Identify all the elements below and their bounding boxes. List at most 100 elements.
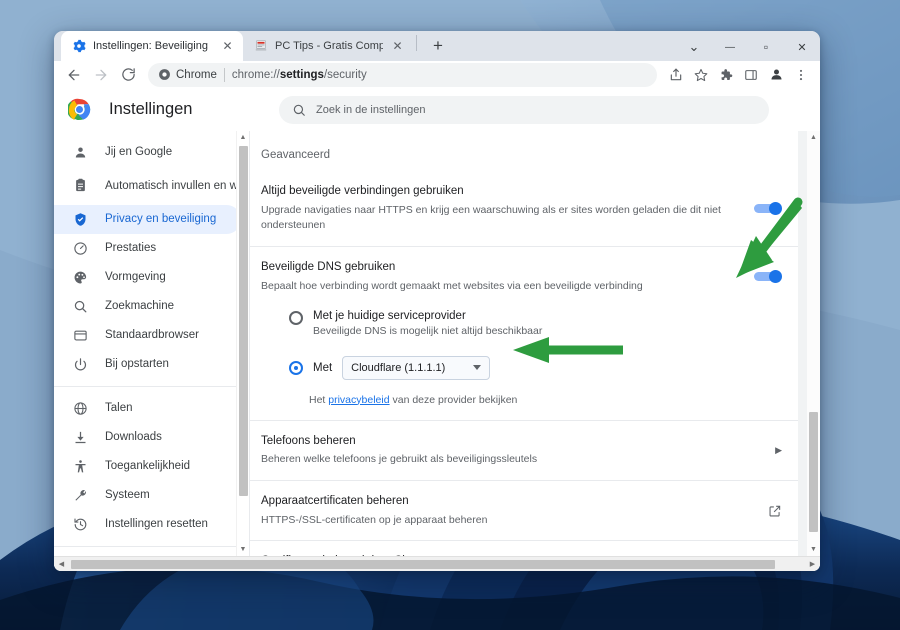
content-scrollbar[interactable]: ▲ ▼ — [807, 130, 820, 556]
new-tab-button[interactable]: + — [425, 32, 451, 58]
row-subtitle: Beheren welke telefoons je gebruikt als … — [261, 453, 538, 466]
share-icon[interactable] — [664, 63, 688, 87]
profile-avatar-icon[interactable] — [764, 63, 788, 87]
content-scroll-track[interactable] — [807, 144, 820, 543]
sidebar-item-label: Jij en Google — [105, 146, 173, 159]
privacybeleid-link[interactable]: privacybeleid — [328, 394, 389, 406]
chrome-page-icon — [159, 69, 170, 81]
scroll-down-arrow-icon[interactable]: ▼ — [807, 543, 820, 556]
scroll-up-arrow-icon[interactable]: ▲ — [237, 131, 250, 144]
tab-divider — [416, 35, 417, 51]
row-control[interactable]: ▶ — [775, 445, 782, 456]
window-controls: ⌄ — ▫ ✕ — [676, 31, 820, 63]
row-text: Beveiligde DNS gebruiken Bepaalt hoe ver… — [261, 259, 744, 294]
bookmark-star-icon[interactable] — [689, 63, 713, 87]
forward-arrow-icon[interactable] — [88, 62, 114, 88]
tab-close-button[interactable]: ✕ — [390, 39, 405, 54]
row-certificaten-beheerd-door-chrome[interactable]: Certificaten beheerd door Chrome Informa… — [250, 540, 798, 556]
scroll-up-arrow-icon[interactable]: ▲ — [807, 131, 820, 144]
sidebar-item-automatisch-invullen[interactable]: Automatisch invullen en wachtwoorden — [54, 167, 249, 205]
tab-search-chevron-down-icon[interactable]: ⌄ — [676, 31, 712, 63]
sidebar-item-label: Vormgeving — [105, 271, 166, 284]
row-apparaatcertificaten-beheren[interactable]: Apparaatcertificaten beheren HTTPS-/SSL-… — [250, 479, 798, 540]
sidebar-item-systeem[interactable]: Systeem — [54, 481, 241, 510]
radio-current-provider[interactable] — [289, 310, 303, 325]
dns-option-current-provider[interactable]: Met je huidige serviceprovider Beveiligd… — [261, 305, 782, 342]
desktop-wallpaper: Instellingen: Beveiliging ✕ PC Tips - Gr… — [0, 0, 900, 630]
chrome-logo-icon — [68, 99, 91, 121]
sidebar-item-vormgeving[interactable]: Vormgeving — [54, 263, 241, 292]
power-icon — [72, 356, 89, 373]
sidebar-item-privacy-en-beveiliging[interactable]: Privacy en beveiliging — [54, 204, 241, 234]
scroll-left-arrow-icon[interactable]: ◀ — [54, 557, 69, 572]
sidebar-item-standaardbrowser[interactable]: Standaardbrowser — [54, 321, 241, 350]
sidebar-divider — [54, 385, 249, 387]
back-arrow-icon[interactable] — [61, 62, 87, 88]
globe-icon — [72, 400, 89, 417]
sidebar-item-talen[interactable]: Talen — [54, 394, 241, 423]
omnibox-divider — [223, 67, 225, 82]
sidebar-item-label: Standaardbrowser — [105, 329, 199, 342]
privacy-policy-note: Het privacybeleid van deze provider beki… — [261, 385, 782, 406]
toggle-beveiligde-dns[interactable] — [754, 270, 782, 284]
three-dot-menu-icon[interactable] — [789, 63, 813, 87]
url-bold-segment: settings — [279, 68, 324, 81]
horizontal-scrollbar[interactable]: ◀ ▶ — [54, 556, 820, 571]
row-title: Altijd beveiligde verbindingen gebruiken — [261, 184, 464, 197]
settings-gear-favicon — [73, 39, 86, 53]
tab-instellingen-beveiliging[interactable]: Instellingen: Beveiliging ✕ — [61, 31, 243, 61]
sidebar-scroll-track[interactable] — [236, 143, 249, 543]
sidebar-item-prestaties[interactable]: Prestaties — [54, 234, 241, 263]
scroll-right-arrow-icon[interactable]: ▶ — [805, 557, 820, 572]
reload-icon[interactable] — [115, 62, 141, 88]
address-bar[interactable]: Chrome chrome://settings/security — [148, 62, 657, 87]
external-link-icon[interactable] — [768, 504, 782, 518]
content-scroll-thumb[interactable] — [809, 411, 818, 532]
sidebar-item-instellingen-resetten[interactable]: Instellingen resetten — [54, 510, 241, 539]
settings-search-input[interactable]: Zoek in de instellingen — [279, 95, 769, 124]
search-icon — [293, 104, 305, 116]
dns-options-group: Met je huidige serviceprovider Beveiligd… — [250, 303, 798, 420]
chevron-right-icon[interactable]: ▶ — [775, 445, 782, 456]
sidebar-item-label: Automatisch invullen en wachtwoorden — [105, 179, 249, 192]
row-telefoons-beheren[interactable]: Telefoons beheren Beheren welke telefoon… — [250, 419, 798, 480]
settings-header: Instellingen Zoek in de instellingen — [54, 88, 820, 131]
sidebar-item-label: Systeem — [105, 489, 150, 502]
row-title: Telefoons beheren — [261, 434, 356, 447]
tab-pc-tips[interactable]: PC Tips - Gratis Computer Tips, ✕ — [243, 31, 413, 61]
omnibox-url: chrome://settings/security — [232, 69, 367, 81]
history-restore-icon — [72, 516, 89, 533]
toggle-altijd-beveiligde-verbindingen[interactable] — [754, 201, 782, 215]
row-beveiligde-dns-gebruiken[interactable]: Beveiligde DNS gebruiken Bepaalt hoe ver… — [250, 246, 798, 302]
section-heading-geavanceerd: Geavanceerd — [261, 148, 331, 161]
sidebar-item-toegankelijkheid[interactable]: Toegankelijkheid — [54, 452, 241, 481]
maximize-button[interactable]: ▫ — [748, 31, 784, 63]
sidebar-item-label: Zoekmachine — [105, 300, 175, 313]
sidebar-item-downloads[interactable]: Downloads — [54, 423, 241, 452]
sidebar-item-jij-en-google[interactable]: Jij en Google — [54, 138, 241, 167]
row-control — [754, 270, 782, 284]
dns-provider-select[interactable]: Cloudflare (1.1.1.1) — [342, 355, 491, 380]
extensions-puzzle-icon[interactable] — [714, 63, 738, 87]
pctips-favicon — [255, 40, 267, 51]
sidebar-item-zoekmachine[interactable]: Zoekmachine — [54, 292, 241, 321]
dns-option-custom-provider[interactable]: Met Cloudflare (1.1.1.1) — [261, 342, 782, 385]
radio-custom-provider[interactable] — [289, 361, 303, 375]
omnibox-chrome-chip: Chrome — [158, 68, 217, 81]
sidebar-scrollbar[interactable]: ▲ ▼ — [236, 130, 250, 556]
minimize-button[interactable]: — — [712, 31, 748, 63]
sidebar-item-bij-opstarten[interactable]: Bij opstarten — [54, 350, 241, 379]
side-panel-icon[interactable] — [739, 63, 763, 87]
horizontal-scroll-thumb[interactable] — [71, 559, 775, 569]
row-control[interactable] — [768, 504, 782, 518]
row-subtitle: Bepaalt hoe verbinding wordt gemaakt met… — [261, 279, 643, 292]
tab-close-button[interactable]: ✕ — [220, 39, 235, 54]
search-placeholder: Zoek in de instellingen — [316, 103, 426, 116]
option-body: Met Cloudflare (1.1.1.1) — [313, 355, 782, 380]
close-button[interactable]: ✕ — [784, 31, 820, 63]
row-altijd-beveiligde-verbindingen[interactable]: Altijd beveiligde verbindingen gebruiken… — [250, 171, 798, 246]
row-subtitle: HTTPS-/SSL-certificaten op je apparaat b… — [261, 513, 488, 526]
scroll-down-arrow-icon[interactable]: ▼ — [237, 543, 250, 556]
horizontal-scroll-track[interactable] — [69, 557, 805, 572]
sidebar-scroll-thumb[interactable] — [238, 145, 248, 496]
